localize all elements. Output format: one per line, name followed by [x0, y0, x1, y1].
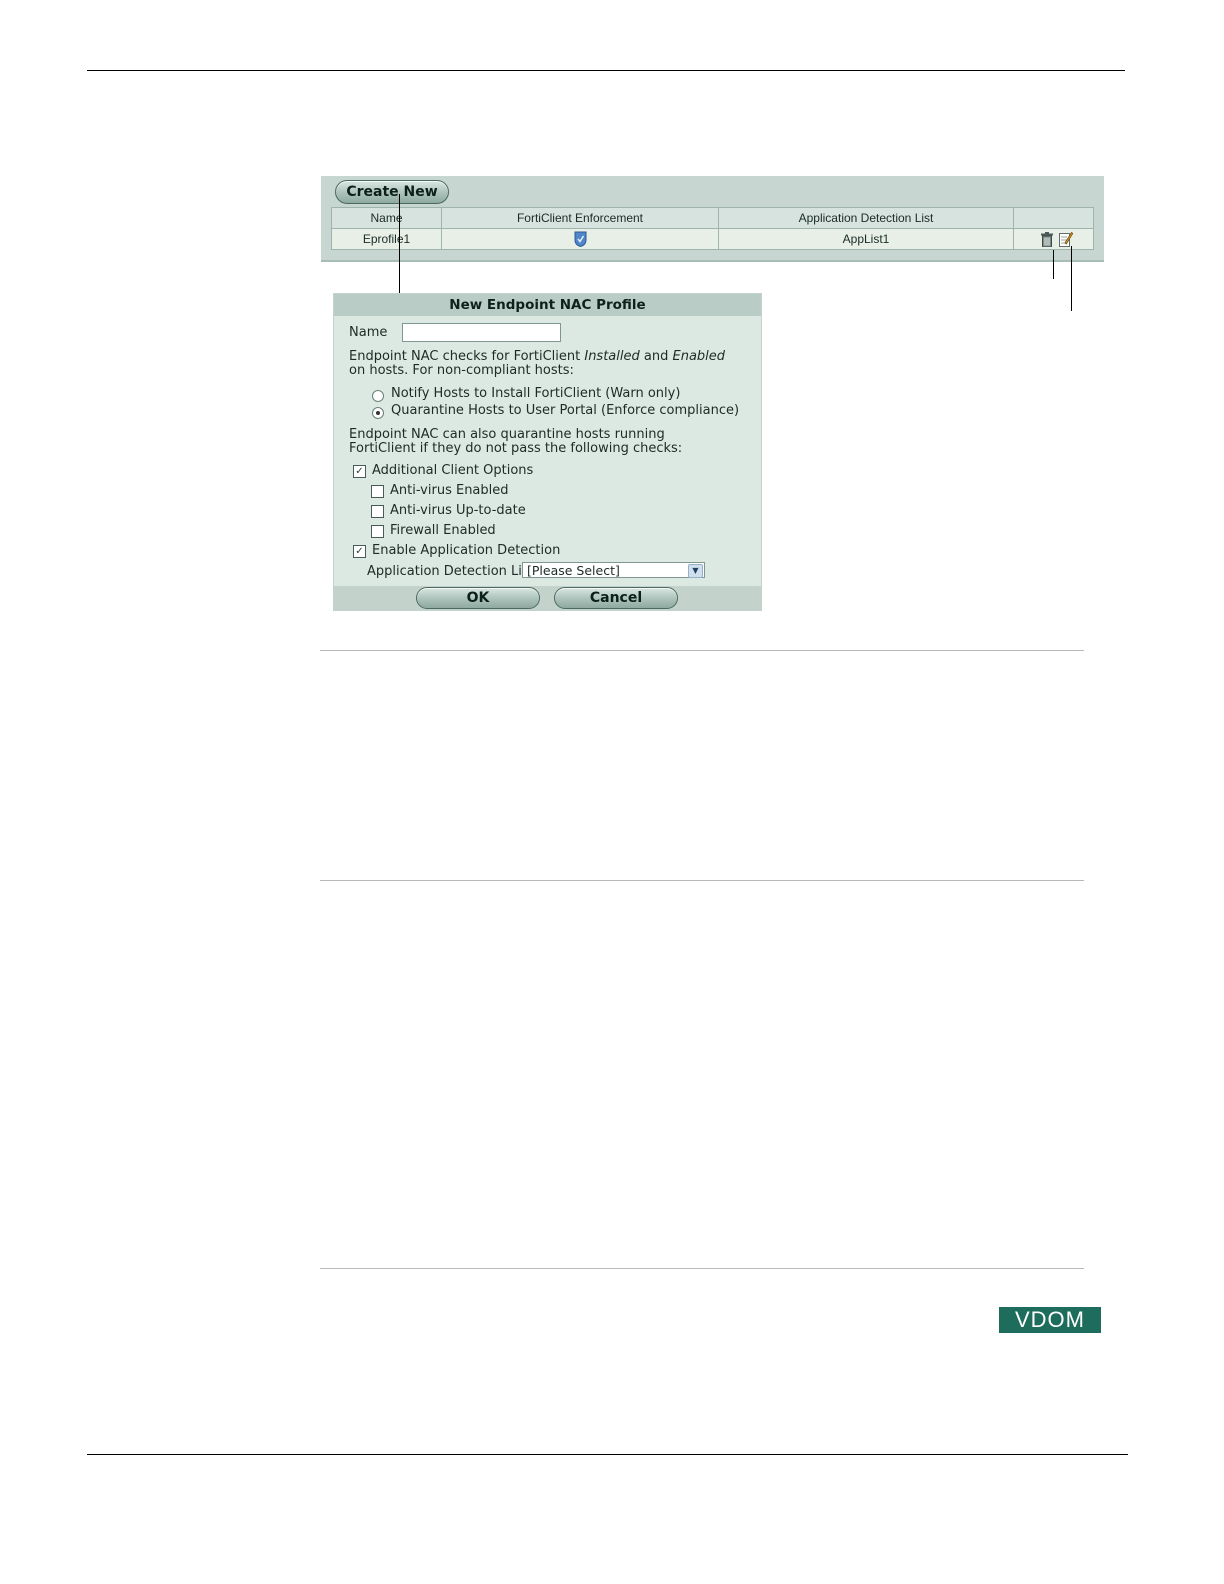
endpoint-nac-list-panel: Create New Name FortiClient Enforcement … [321, 176, 1104, 262]
intro-and: and [639, 349, 673, 364]
enable-app-detection-label[interactable]: Enable Application Detection [372, 543, 560, 558]
additional-client-options-checkbox[interactable]: ✓ [353, 465, 366, 478]
profile-table: Name FortiClient Enforcement Application… [331, 207, 1094, 250]
name-label: Name [349, 325, 388, 340]
enforce-compliance-radio[interactable] [372, 407, 384, 419]
endpoint-check-description: Endpoint NAC checks for FortiClient Inst… [349, 350, 729, 378]
intro-suffix: on hosts. For non-compliant hosts: [349, 363, 574, 378]
section-divider-2 [320, 880, 1084, 881]
app-list-cell: AppList1 [718, 228, 1014, 250]
antivirus-uptodate-label[interactable]: Anti-virus Up-to-date [390, 503, 526, 518]
column-header-actions [1013, 207, 1094, 229]
table-row[interactable]: Eprofile1 AppList1 [331, 228, 1094, 250]
enable-app-detection-checkbox[interactable]: ✓ [353, 545, 366, 558]
column-header-name[interactable]: Name [331, 207, 442, 229]
firewall-enabled-label[interactable]: Firewall Enabled [390, 523, 496, 538]
trash-icon[interactable] [1040, 231, 1053, 247]
antivirus-enabled-checkbox[interactable] [371, 485, 384, 498]
footer-rule [87, 1454, 1128, 1455]
app-detection-list-label: Application Detection List [367, 564, 534, 579]
app-detection-list-select[interactable]: [Please Select] ▼ [522, 562, 705, 578]
create-new-callout-line [399, 194, 400, 300]
additional-client-options-label[interactable]: Additional Client Options [372, 463, 533, 478]
intro-installed: Installed [584, 349, 640, 364]
intro-enabled: Enabled [672, 349, 726, 364]
create-new-button[interactable]: Create New [335, 180, 449, 204]
cancel-button[interactable]: Cancel [554, 587, 678, 609]
column-header-application-detection-list[interactable]: Application Detection List [718, 207, 1014, 229]
warn-only-label[interactable]: Notify Hosts to Install FortiClient (War… [391, 386, 680, 401]
dialog-footer: OK Cancel [334, 586, 761, 610]
app-detection-list-value: [Please Select] [527, 563, 620, 578]
intro-prefix: Endpoint NAC checks for FortiClient [349, 349, 585, 364]
table-header-row: Name FortiClient Enforcement Application… [331, 207, 1094, 229]
edit-icon[interactable] [1059, 231, 1074, 247]
forticlient-enforcement-cell [441, 228, 719, 250]
antivirus-enabled-label[interactable]: Anti-virus Enabled [390, 483, 509, 498]
dialog-title: New Endpoint NAC Profile [334, 294, 761, 316]
warn-only-radio[interactable] [372, 390, 384, 402]
edit-callout-line [1071, 246, 1072, 311]
header-rule [87, 70, 1125, 71]
column-header-forticlient-enforcement[interactable]: FortiClient Enforcement [441, 207, 719, 229]
chevron-down-icon[interactable]: ▼ [688, 564, 703, 578]
name-input[interactable] [402, 323, 561, 342]
section-divider-3 [320, 1268, 1084, 1269]
delete-callout-line [1053, 250, 1054, 279]
vdom-badge: VDOM [999, 1307, 1101, 1333]
enforce-compliance-label[interactable]: Quarantine Hosts to User Portal (Enforce… [391, 403, 739, 418]
firewall-enabled-checkbox[interactable] [371, 525, 384, 538]
profile-name-cell: Eprofile1 [331, 228, 442, 250]
section-divider-1 [320, 650, 1084, 651]
ok-button[interactable]: OK [416, 587, 540, 609]
new-endpoint-nac-profile-dialog: New Endpoint NAC Profile Name Endpoint N… [333, 293, 762, 611]
row-actions-cell [1013, 228, 1094, 250]
antivirus-uptodate-checkbox[interactable] [371, 505, 384, 518]
shield-check-icon [574, 231, 587, 248]
quarantine-description: Endpoint NAC can also quarantine hosts r… [349, 427, 683, 456]
